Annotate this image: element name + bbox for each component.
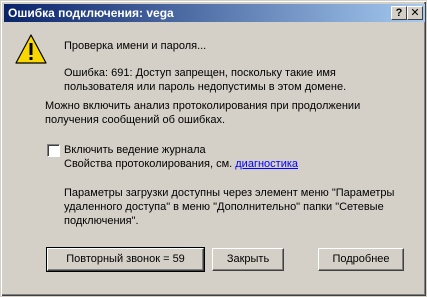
close-button[interactable]: Закрыть [212,248,284,271]
close-window-button[interactable]: ✕ [407,6,423,20]
redial-button[interactable]: Повторный звонок = 59 [46,247,205,272]
logging-info-line2: получения сообщений об ошибках. [45,114,226,126]
window-title: Ошибка подключения: vega [8,6,174,20]
params-info-line3: подключения". [64,215,139,227]
warning-icon [15,34,47,64]
logging-properties-text: Свойства протоколирования, см. [64,158,233,170]
logging-properties-line: Свойства протоколирования, см. диагности… [64,158,298,170]
error-dialog: Ошибка подключения: vega ? ✕ Проверка им… [0,0,427,297]
error-message-line2: пользователя или пароль недопустимы в эт… [64,81,347,93]
enable-logging-checkbox[interactable] [47,144,60,157]
status-checking-text: Проверка имени и пароля... [64,40,207,52]
enable-logging-label[interactable]: Включить ведение журнала [64,144,206,156]
params-info-line2: удаленного доступа" в меню "Дополнительн… [64,201,384,213]
help-button[interactable]: ? [391,6,407,20]
more-details-button[interactable]: Подробнее [318,248,404,271]
title-bar[interactable]: Ошибка подключения: vega ? ✕ [4,4,425,22]
diagnostics-link[interactable]: диагностика [235,158,298,170]
error-message-line1: Ошибка: 691: Доступ запрещен, поскольку … [64,67,336,79]
logging-info-line1: Можно включить анализ протоколирования п… [45,100,361,112]
params-info-line1: Параметры загрузки доступны через элемен… [64,187,395,199]
